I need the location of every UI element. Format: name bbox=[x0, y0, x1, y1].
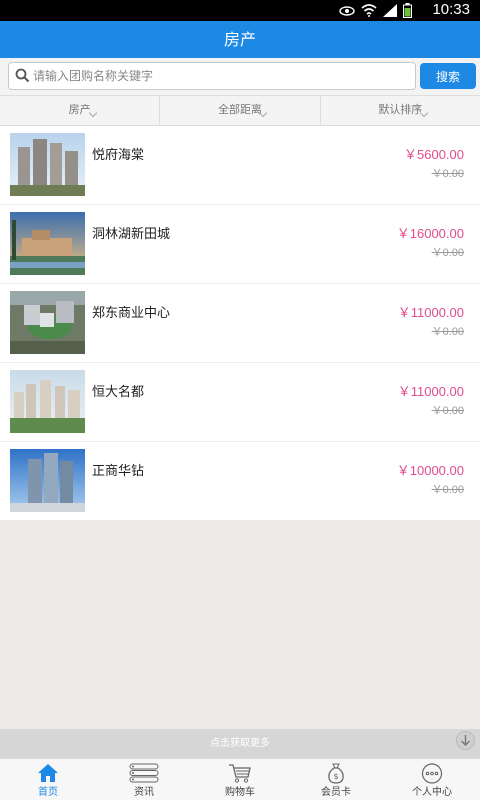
battery-icon bbox=[403, 3, 412, 18]
filter-label: 默认排序 bbox=[378, 103, 423, 116]
search-button[interactable]: 搜索 bbox=[420, 63, 476, 89]
property-name: 正商华钻 bbox=[92, 464, 145, 479]
tab-label: 购物车 bbox=[225, 787, 255, 798]
tab-cart[interactable]: 购物车 bbox=[192, 759, 288, 800]
status-bar: 10:33 bbox=[0, 0, 480, 21]
property-thumbnail bbox=[10, 370, 85, 433]
tab-label: 首页 bbox=[38, 787, 58, 798]
tab-home[interactable]: 首页 bbox=[0, 759, 96, 800]
property-thumbnail bbox=[10, 291, 85, 354]
listing-list: 悦府海棠 ￥5600.00 ￥0.00 洞林湖新田城 ￥16000.00 ￥0.… bbox=[0, 126, 480, 521]
wifi-icon bbox=[361, 4, 377, 17]
original-price: ￥0.00 bbox=[431, 168, 464, 180]
property-name: 恒大名都 bbox=[92, 385, 145, 400]
filter-label: 房产 bbox=[68, 103, 91, 116]
tab-profile[interactable]: 个人中心 bbox=[384, 759, 480, 800]
eye-icon bbox=[339, 5, 355, 16]
tab-label: 个人中心 bbox=[412, 787, 452, 798]
original-price: ￥0.00 bbox=[431, 484, 464, 496]
svg-text:$: $ bbox=[333, 772, 338, 781]
filter-sort[interactable]: 默认排序 bbox=[321, 96, 480, 125]
chat-bubble-icon bbox=[421, 763, 443, 784]
filter-distance[interactable]: 全部距离 bbox=[160, 96, 321, 125]
property-thumbnail bbox=[10, 133, 85, 196]
load-more-button[interactable]: 点击获取更多 bbox=[0, 729, 480, 758]
tab-label: 会员卡 bbox=[321, 787, 351, 798]
tab-member-card[interactable]: $ 会员卡 bbox=[288, 759, 384, 800]
original-price: ￥0.00 bbox=[431, 405, 464, 417]
list-item[interactable]: 郑东商业中心 ￥11000.00 ￥0.00 bbox=[0, 284, 480, 363]
property-name: 郑东商业中心 bbox=[92, 306, 171, 321]
signal-icon bbox=[383, 4, 397, 17]
scroll-down-icon[interactable] bbox=[456, 731, 475, 750]
price: ￥11000.00 bbox=[397, 305, 464, 320]
search-box[interactable] bbox=[8, 62, 416, 90]
tab-label: 资讯 bbox=[134, 787, 154, 798]
list-item[interactable]: 正商华钻 ￥10000.00 ￥0.00 bbox=[0, 442, 480, 521]
property-thumbnail bbox=[10, 449, 85, 512]
tab-news[interactable]: 资讯 bbox=[96, 759, 192, 800]
list-item[interactable]: 恒大名都 ￥11000.00 ￥0.00 bbox=[0, 363, 480, 442]
list-item[interactable]: 悦府海棠 ￥5600.00 ￥0.00 bbox=[0, 126, 480, 205]
filter-category[interactable]: 房产 bbox=[0, 96, 161, 125]
price: ￥5600.00 bbox=[404, 147, 464, 162]
status-icons bbox=[339, 3, 412, 18]
search-icon bbox=[15, 68, 30, 83]
original-price: ￥0.00 bbox=[431, 247, 464, 259]
price: ￥16000.00 bbox=[396, 226, 464, 241]
list-item[interactable]: 洞林湖新田城 ￥16000.00 ￥0.00 bbox=[0, 205, 480, 284]
price: ￥11000.00 bbox=[397, 384, 464, 399]
search-input[interactable] bbox=[33, 64, 411, 88]
bottom-tab-bar: 首页 资讯 购物车 $ 会员卡 个人中心 bbox=[0, 758, 480, 800]
money-bag-icon: $ bbox=[328, 763, 344, 784]
search-bar: 搜索 bbox=[0, 58, 480, 95]
filter-label: 全部距离 bbox=[217, 103, 262, 116]
page-title: 房产 bbox=[0, 21, 480, 58]
cart-icon bbox=[229, 764, 251, 783]
price: ￥10000.00 bbox=[396, 463, 464, 478]
property-thumbnail bbox=[10, 212, 85, 275]
property-name: 悦府海棠 bbox=[92, 148, 145, 163]
clock: 10:33 bbox=[432, 1, 470, 18]
home-icon bbox=[38, 764, 58, 782]
property-name: 洞林湖新田城 bbox=[92, 227, 171, 242]
original-price: ￥0.00 bbox=[431, 326, 464, 338]
filter-bar: 房产 全部距离 默认排序 bbox=[0, 95, 480, 126]
list-icon bbox=[129, 763, 159, 783]
